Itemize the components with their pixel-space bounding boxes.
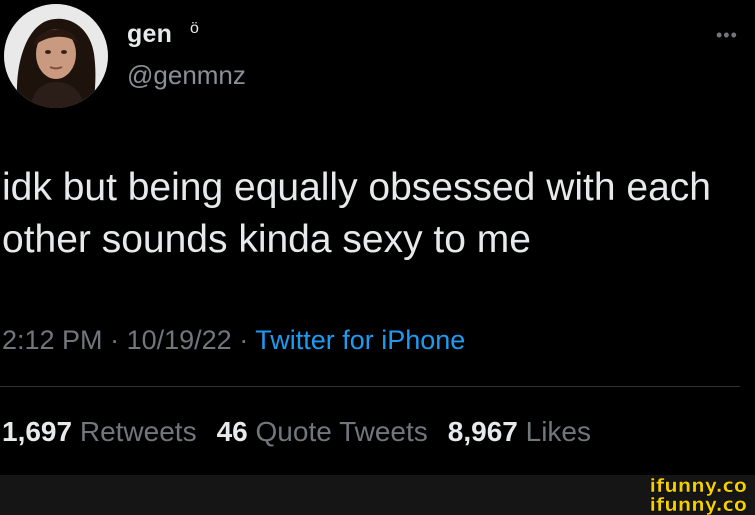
likes-stat[interactable]: 8,967 Likes [448, 416, 591, 447]
name-emoji: ö [190, 20, 199, 37]
tweet-text: idk but being equally obsessed with each… [2, 166, 711, 261]
svg-text:ifunny.co: ifunny.co [649, 494, 747, 515]
meta-separator: · [110, 325, 120, 355]
quotes-label: Quote Tweets [255, 416, 428, 447]
tweet-card: gen ö @genmnz ••• idk but being equally … [0, 0, 755, 475]
tweet-time[interactable]: 2:12 PM [2, 325, 103, 355]
tweet-stats: 1,697 Retweets 46 Quote Tweets 8,967 Likes [2, 416, 591, 448]
avatar[interactable] [4, 4, 108, 108]
ifunny-watermark: ifunny.co ifunny.co [619, 475, 749, 515]
tweet-source[interactable]: Twitter for iPhone [255, 325, 465, 355]
retweets-stat[interactable]: 1,697 Retweets [2, 416, 197, 447]
likes-label: Likes [525, 416, 592, 447]
quotes-stat[interactable]: 46 Quote Tweets [217, 416, 428, 447]
retweets-count: 1,697 [2, 416, 73, 447]
more-horizontal-icon[interactable]: ••• [716, 26, 738, 44]
retweets-label: Retweets [79, 416, 197, 447]
quotes-count: 46 [216, 416, 248, 447]
likes-count: 8,967 [447, 416, 518, 447]
handle[interactable]: @genmnz [127, 60, 246, 91]
meta-separator: · [239, 325, 249, 355]
avatar-image [4, 4, 108, 108]
tweet-date[interactable]: 10/19/22 [127, 325, 232, 355]
divider [0, 386, 740, 387]
tweet-meta: 2:12 PM · 10/19/22 · Twitter for iPhone [2, 325, 465, 356]
display-name[interactable]: gen [127, 20, 172, 49]
